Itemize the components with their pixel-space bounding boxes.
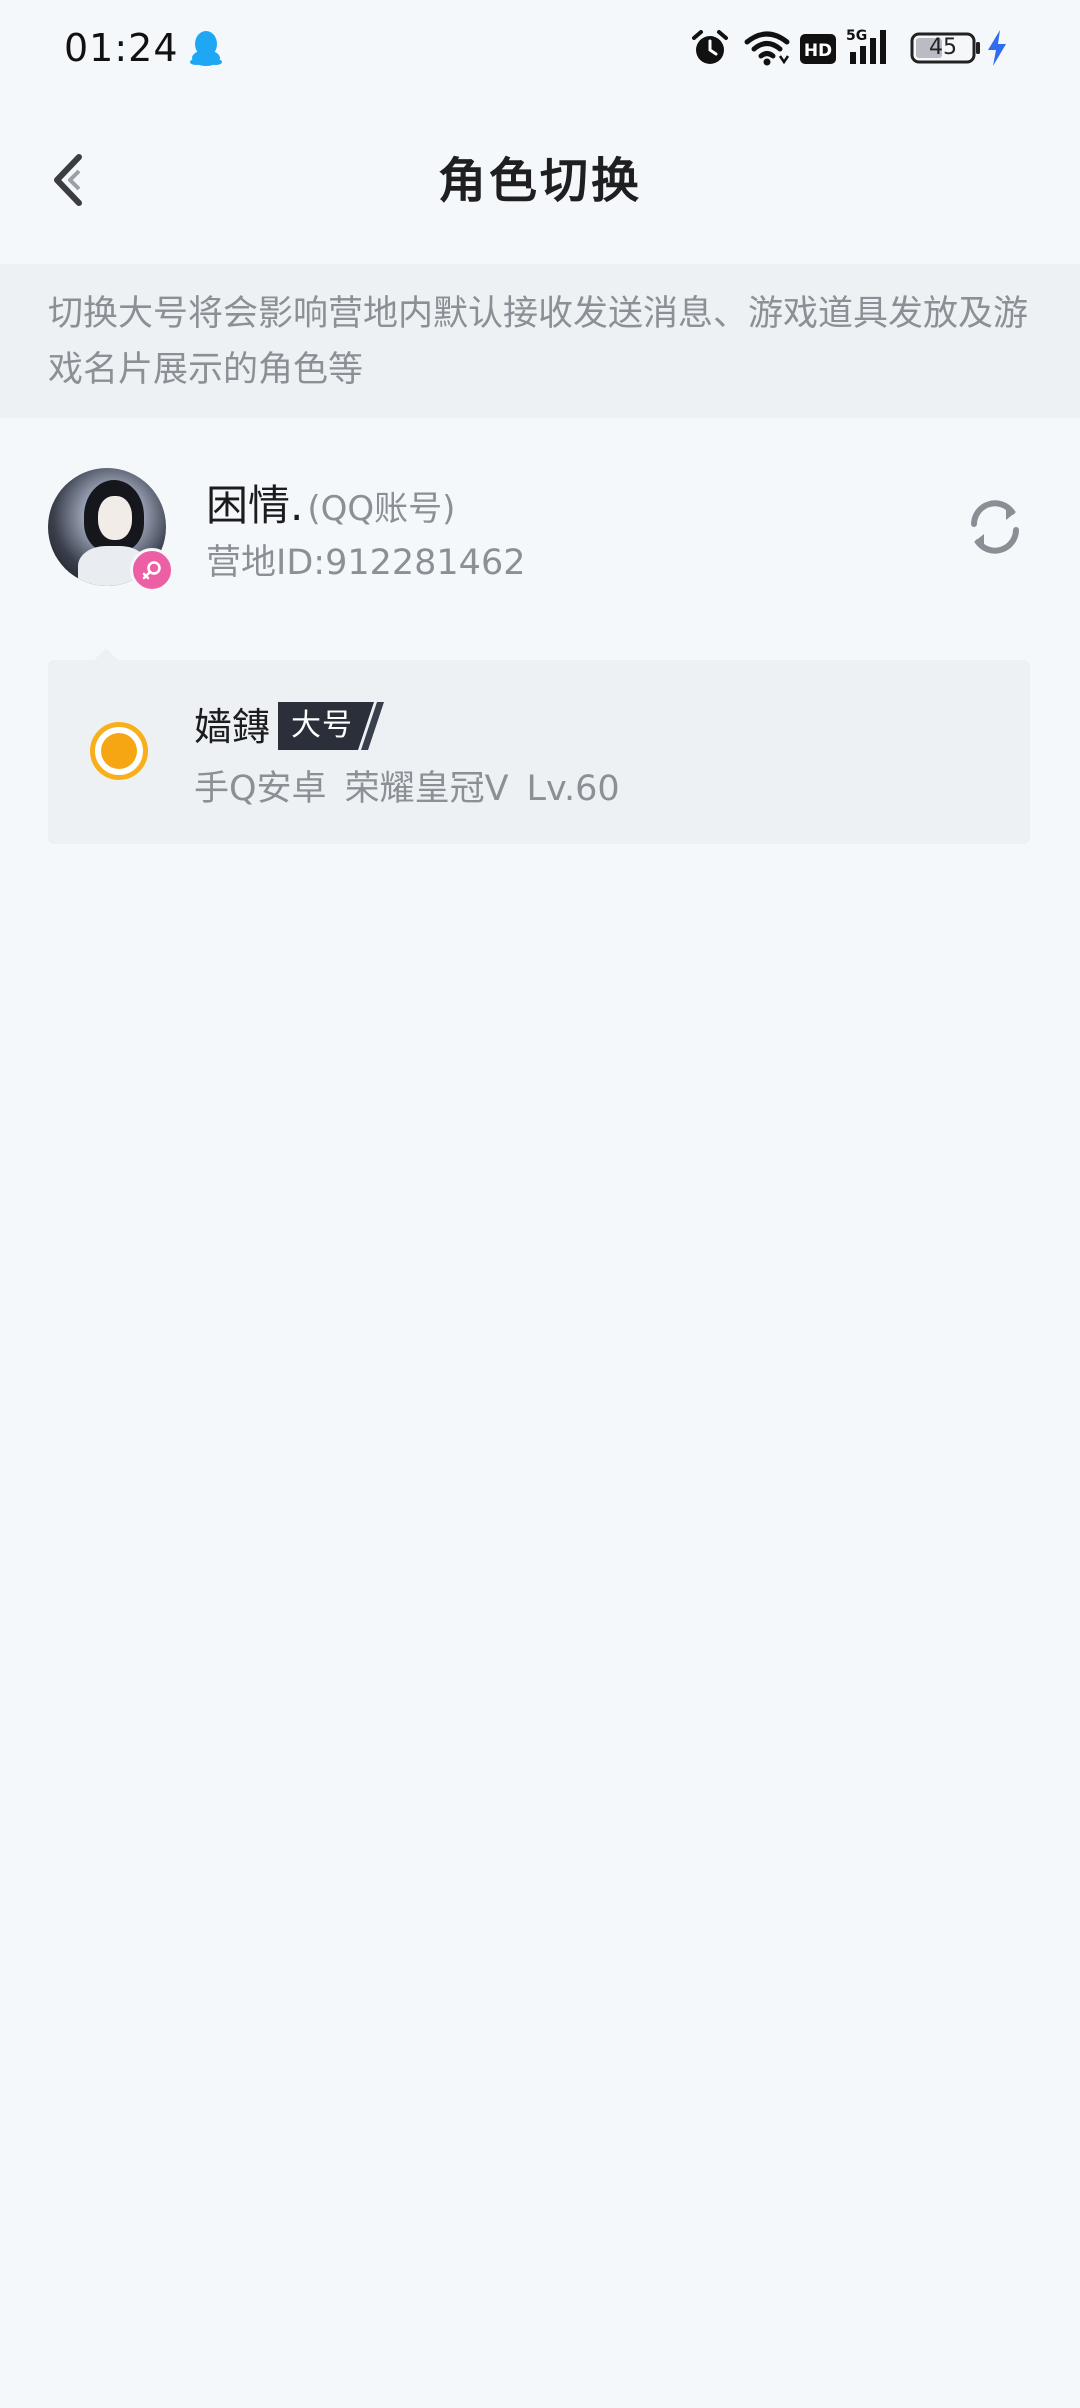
- account-section: 困情. (QQ账号) 营地ID:912281462: [0, 440, 1080, 610]
- role-platform: 手Q安卓: [194, 769, 327, 809]
- main-tag-label: 大号: [291, 708, 353, 743]
- role-radio[interactable]: [90, 722, 148, 780]
- account-type: (QQ账号): [307, 489, 456, 529]
- female-icon: [130, 548, 174, 592]
- page-title: 角色切换: [437, 153, 642, 209]
- signal-5g-icon: 5G: [846, 28, 886, 64]
- account-name-line: 困情. (QQ账号): [206, 472, 455, 532]
- avatar-face: [98, 496, 132, 540]
- role-card[interactable]: 嫱鏄 大号 手Q安卓 荣耀皇冠V Lv.60: [48, 660, 1030, 844]
- back-button[interactable]: [34, 140, 104, 220]
- camp-id: 营地ID:912281462: [206, 543, 526, 583]
- header: 角色切换: [0, 100, 1080, 262]
- svg-text:HD: HD: [804, 41, 832, 61]
- svg-text:5G: 5G: [846, 28, 867, 44]
- refresh-icon[interactable]: [962, 494, 1028, 560]
- chevron-left-icon: [54, 154, 82, 206]
- alarm-icon: [692, 30, 728, 64]
- battery-level: 45: [929, 35, 957, 60]
- role-rank: 荣耀皇冠V: [344, 769, 509, 809]
- role-info: 手Q安卓 荣耀皇冠V Lv.60: [194, 764, 638, 814]
- qq-icon: [190, 31, 222, 66]
- status-bar: 01:24 HD 5G 45: [0, 0, 1080, 100]
- status-time: 01:24: [64, 26, 179, 70]
- main-account-tag: 大号: [278, 702, 390, 750]
- wifi-icon: [744, 31, 790, 66]
- notice-text: 切换大号将会影响营地内默认接收发送消息、游戏道具发放及游戏名片展示的角色等: [0, 264, 1080, 418]
- role-level: Lv.60: [526, 769, 620, 809]
- charging-icon: [988, 30, 1006, 66]
- role-name: 嫱鏄: [194, 705, 271, 749]
- account-name: 困情.: [206, 481, 304, 530]
- hd-icon: HD: [800, 34, 836, 64]
- radio-selected-dot: [101, 733, 137, 769]
